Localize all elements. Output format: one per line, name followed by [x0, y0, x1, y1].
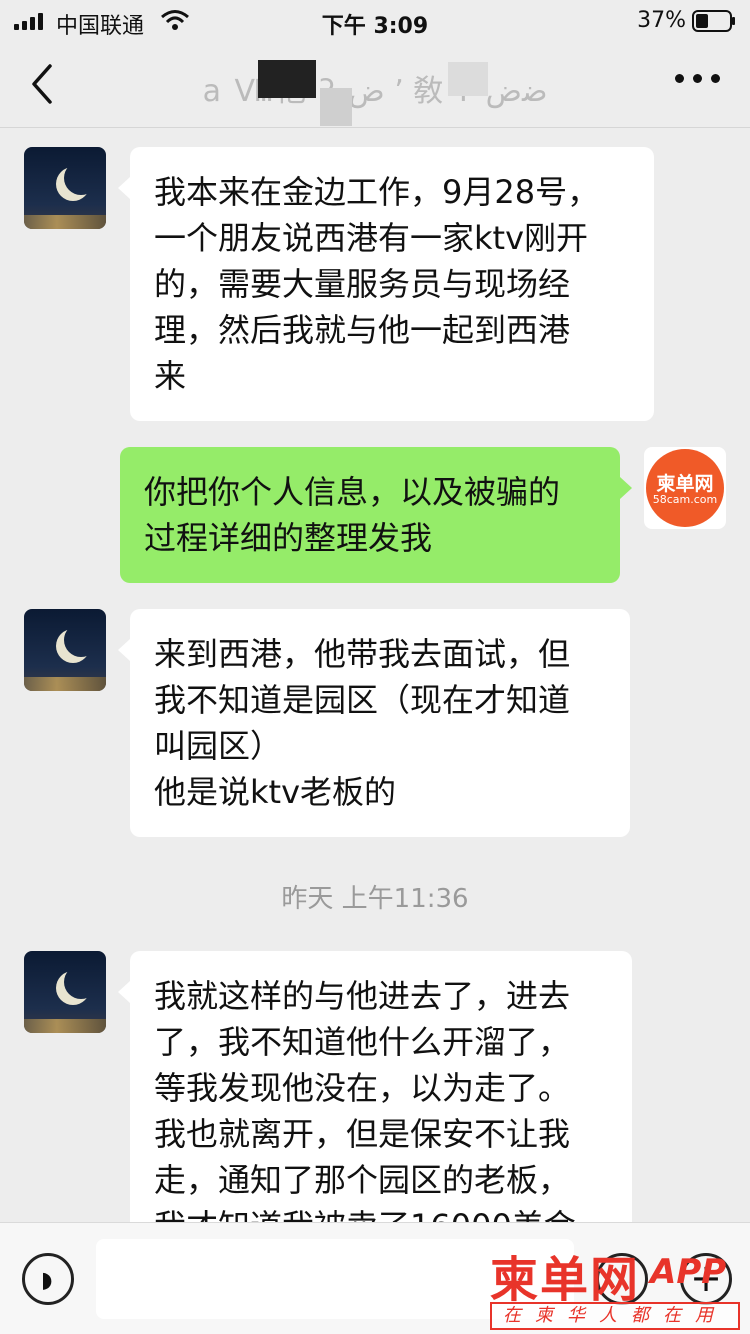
- watermark-app: APP: [650, 1252, 727, 1292]
- battery-percent: 37%: [637, 8, 686, 33]
- chat-header: a Ⅷ他 ʔ ٬ ﺽ 敎 ʔ ﺿﺽ: [0, 40, 750, 128]
- message-bubble-received[interactable]: 我本来在金边工作，9月28号， 一个朋友说西港有一家ktv刚开 的，需要大量服务…: [118, 147, 654, 421]
- voice-icon[interactable]: ◗: [22, 1253, 74, 1305]
- avatar-logo-domain: 58cam.com: [652, 493, 718, 506]
- message-bubble-sent[interactable]: 你把你个人信息，以及被骗的 过程详细的整理发我: [120, 447, 632, 583]
- redaction-block: [448, 62, 488, 96]
- message-bubble-received[interactable]: 来到西港，他带我去面试，但 我不知道是园区（现在才知道 叫园区） 他是说ktv老…: [118, 609, 630, 837]
- contact-avatar[interactable]: [24, 147, 106, 229]
- watermark-slogan: 在柬华人都在用: [490, 1302, 740, 1330]
- redaction-block: [258, 60, 316, 98]
- watermark: 柬单网 APP 在柬华人都在用: [490, 1240, 746, 1332]
- more-dots-icon[interactable]: [675, 74, 720, 83]
- status-bar: 中国联通 下午 3:09 37%: [0, 0, 750, 40]
- contact-avatar[interactable]: [24, 609, 106, 691]
- my-avatar[interactable]: 柬单网 58cam.com: [644, 447, 726, 529]
- chat-title: a Ⅷ他 ʔ ٬ ﺽ 敎 ʔ ﺿﺽ: [202, 74, 548, 109]
- contact-avatar[interactable]: [24, 951, 106, 1033]
- redaction-block: [320, 88, 352, 126]
- battery-icon: [692, 10, 735, 32]
- watermark-logo: 柬单网: [490, 1252, 641, 1308]
- avatar-logo-name: 柬单网: [656, 473, 714, 495]
- timestamp-divider: 昨天 上午11:36: [281, 884, 469, 914]
